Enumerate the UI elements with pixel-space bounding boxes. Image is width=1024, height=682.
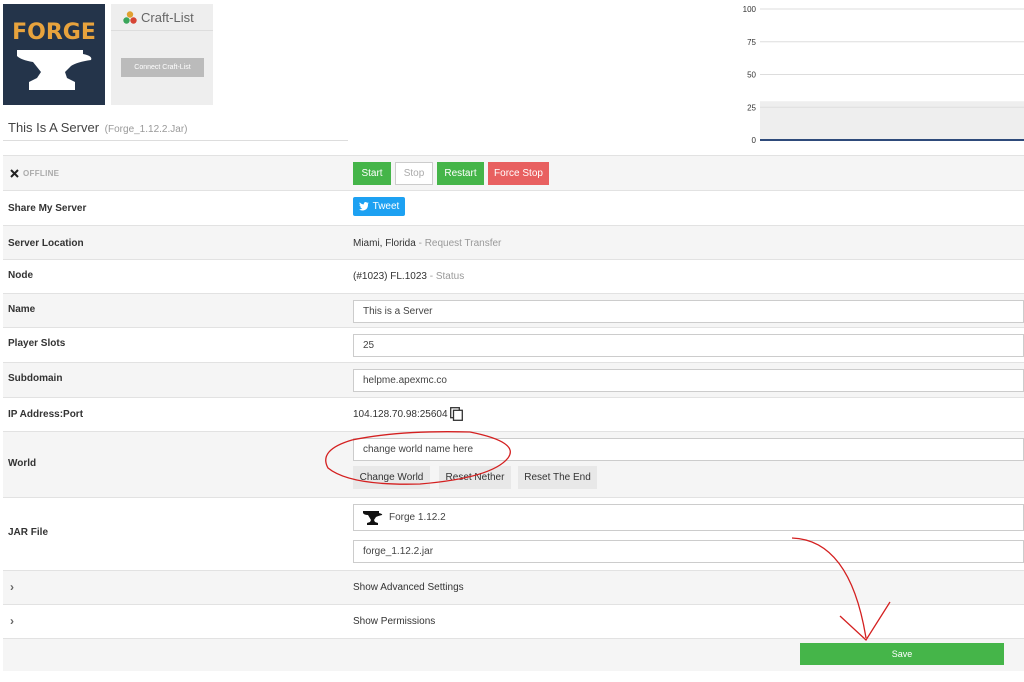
- location-sep: -: [415, 238, 425, 249]
- ip-row: IP Address:Port 104.128.70.98:25604: [3, 397, 1024, 431]
- name-label: Name: [8, 304, 36, 315]
- jar-row: JAR File Forge 1.12.2 forge_1.12.2.jar: [3, 497, 1024, 570]
- jar-label: JAR File: [8, 527, 49, 538]
- chart-tick-label: 50: [747, 71, 756, 80]
- server-jar-label: (Forge_1.12.2.Jar): [104, 124, 188, 135]
- reset-nether-button[interactable]: Reset Nether: [439, 466, 511, 489]
- chevron-right-icon: ›: [10, 580, 14, 594]
- reset-end-button[interactable]: Reset The End: [518, 466, 597, 489]
- node-value: (#1023) FL.1023 - Status: [353, 271, 464, 282]
- world-name-input[interactable]: change world name here: [353, 438, 1024, 461]
- location-city: Miami, Florida: [353, 238, 416, 249]
- node-label: Node: [8, 270, 33, 281]
- forge-logo: FORGE: [3, 4, 105, 105]
- jar-select[interactable]: Forge 1.12.2: [353, 504, 1024, 531]
- node-row: Node (#1023) FL.1023 - Status: [3, 259, 1024, 293]
- slots-input[interactable]: 25: [353, 334, 1024, 357]
- craftlist-icon: [123, 10, 137, 24]
- ip-value: 104.128.70.98:25604: [353, 409, 448, 420]
- subdomain-input[interactable]: helpme.apexmc.co: [353, 369, 1024, 392]
- advanced-row[interactable]: › Show Advanced Settings: [3, 570, 1024, 604]
- slots-row: Player Slots 25: [3, 327, 1024, 362]
- server-title: This Is A Server (Forge_1.12.2.Jar): [8, 120, 188, 135]
- copy-icon[interactable]: [450, 407, 463, 421]
- permissions-row[interactable]: › Show Permissions: [3, 604, 1024, 638]
- status-indicator: OFFLINE: [10, 169, 59, 178]
- location-label: Server Location: [8, 238, 84, 249]
- title-divider: [3, 140, 348, 141]
- connect-craftlist-button[interactable]: Connect Craft-List: [121, 58, 204, 77]
- chevron-right-icon: ›: [10, 614, 14, 628]
- node-sep: -: [426, 271, 436, 282]
- node-status-link[interactable]: Status: [436, 271, 464, 282]
- slots-label: Player Slots: [8, 338, 66, 349]
- stop-button[interactable]: Stop: [395, 162, 433, 185]
- name-input[interactable]: This is a Server: [353, 300, 1024, 323]
- change-world-button[interactable]: Change World: [353, 466, 430, 489]
- ip-label: IP Address:Port: [8, 409, 84, 420]
- subdomain-row: Subdomain helpme.apexmc.co: [3, 362, 1024, 397]
- start-button[interactable]: Start: [353, 162, 391, 185]
- share-label: Share My Server: [8, 203, 87, 214]
- name-row: Name This is a Server: [3, 293, 1024, 327]
- forge-logo-text: FORGE: [12, 20, 96, 45]
- chart-tick-label: 100: [743, 5, 757, 14]
- x-icon: [10, 169, 19, 178]
- tweet-button[interactable]: Tweet: [353, 197, 405, 216]
- craftlist-title: Craft-List: [141, 9, 194, 25]
- world-label: World: [8, 458, 37, 469]
- tweet-label: Tweet: [372, 201, 400, 212]
- twitter-icon: [358, 202, 369, 211]
- jar-selected: Forge 1.12.2: [389, 512, 446, 523]
- server-name-heading: This Is A Server: [8, 120, 100, 135]
- restart-button[interactable]: Restart: [437, 162, 484, 185]
- location-row: Server Location Miami, Florida - Request…: [3, 225, 1024, 259]
- location-value: Miami, Florida - Request Transfer: [353, 238, 501, 249]
- save-button[interactable]: Save: [800, 643, 1004, 665]
- anvil-icon: [17, 50, 92, 90]
- craftlist-card: Craft-List Connect Craft-List: [111, 4, 213, 105]
- status-text: OFFLINE: [23, 169, 60, 178]
- world-row: World change world name here Change Worl…: [3, 431, 1024, 497]
- chart-tick-label: 25: [747, 103, 756, 112]
- force-stop-button[interactable]: Force Stop: [488, 162, 549, 185]
- node-id: (#1023) FL.1023: [353, 271, 427, 282]
- jar-filename-input[interactable]: forge_1.12.2.jar: [353, 540, 1024, 563]
- anvil-icon: [363, 510, 383, 525]
- permissions-toggle[interactable]: Show Permissions: [353, 616, 435, 627]
- advanced-toggle[interactable]: Show Advanced Settings: [353, 582, 464, 593]
- subdomain-label: Subdomain: [8, 373, 63, 384]
- chart-tick-label: 75: [747, 38, 756, 47]
- status-row: OFFLINE Start Stop Restart Force Stop: [3, 155, 1024, 190]
- chart-tick-label: 0: [752, 136, 757, 145]
- usage-chart: 100 75 50 25 0: [743, 5, 1024, 145]
- request-transfer-link[interactable]: Request Transfer: [425, 238, 502, 249]
- share-row: Share My Server Tweet: [3, 190, 1024, 225]
